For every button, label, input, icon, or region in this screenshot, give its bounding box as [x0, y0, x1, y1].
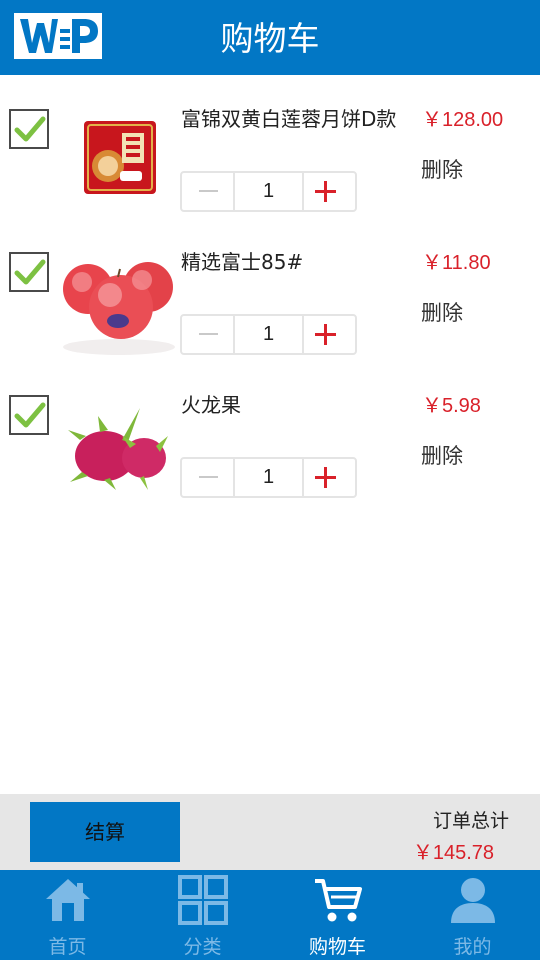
home-icon [46, 879, 90, 921]
cart-item: 富锦双黄白莲蓉月饼D款 ￥128.00 删除 1 [0, 96, 540, 236]
cart-item: 精选富士85# ￥11.80 删除 1 [0, 239, 540, 379]
red-apples-image[interactable] [60, 247, 178, 357]
item-checkbox[interactable] [9, 395, 49, 435]
quantity-stepper: 1 [180, 457, 357, 498]
increase-button[interactable] [304, 316, 355, 353]
item-price: ￥128.00 [422, 109, 504, 131]
decrease-button[interactable] [182, 173, 235, 210]
tab-home[interactable]: 首页 [0, 870, 135, 960]
checkout-button[interactable]: 结算 [30, 802, 180, 862]
checkmark-icon [14, 259, 46, 285]
quantity-value[interactable]: 1 [235, 459, 304, 496]
app-header: 购物车 [0, 0, 540, 75]
delete-button[interactable]: 删除 [421, 154, 463, 184]
tab-label: 购物车 [308, 936, 366, 958]
user-icon [451, 878, 495, 923]
delete-button[interactable]: 删除 [421, 297, 463, 327]
tab-cart[interactable]: 购物车 [270, 870, 405, 960]
tab-label: 我的 [453, 936, 492, 958]
checkmark-icon [14, 116, 46, 142]
item-price: ￥5.98 [422, 395, 481, 417]
increase-button[interactable] [304, 173, 355, 210]
increase-button[interactable] [304, 459, 355, 496]
item-name[interactable]: 富锦双黄白莲蓉月饼D款 [181, 103, 396, 132]
quantity-stepper: 1 [180, 314, 357, 355]
cart-icon [315, 879, 362, 922]
quantity-value[interactable]: 1 [235, 316, 304, 353]
checkmark-icon [14, 402, 46, 428]
delete-button[interactable]: 删除 [421, 440, 463, 470]
dragon-fruit-image[interactable] [60, 390, 178, 500]
order-total-label: 订单总计 [432, 810, 509, 832]
item-name[interactable]: 火龙果 [181, 389, 241, 418]
bottom-tab-bar: 首页 分类 购物车 我的 [0, 870, 540, 960]
item-checkbox[interactable] [9, 109, 49, 149]
page-title: 购物车 [220, 19, 320, 58]
tab-label: 首页 [48, 936, 87, 958]
quantity-stepper: 1 [180, 171, 357, 212]
item-price: ￥11.80 [422, 252, 491, 274]
mooncake-box-image[interactable] [60, 101, 178, 211]
tab-profile[interactable]: 我的 [405, 870, 540, 960]
item-checkbox[interactable] [9, 252, 49, 292]
quantity-value[interactable]: 1 [235, 173, 304, 210]
tab-label: 分类 [183, 936, 222, 958]
cart-item: 火龙果 ￥5.98 删除 1 [0, 382, 540, 522]
tab-category[interactable]: 分类 [135, 870, 270, 960]
grid-icon [178, 875, 228, 925]
item-name[interactable]: 精选富士85# [181, 246, 303, 275]
decrease-button[interactable] [182, 316, 235, 353]
order-total-value: ￥145.78 [412, 842, 494, 864]
checkout-bar: 结算 订单总计 ￥145.78 [0, 794, 540, 870]
decrease-button[interactable] [182, 459, 235, 496]
